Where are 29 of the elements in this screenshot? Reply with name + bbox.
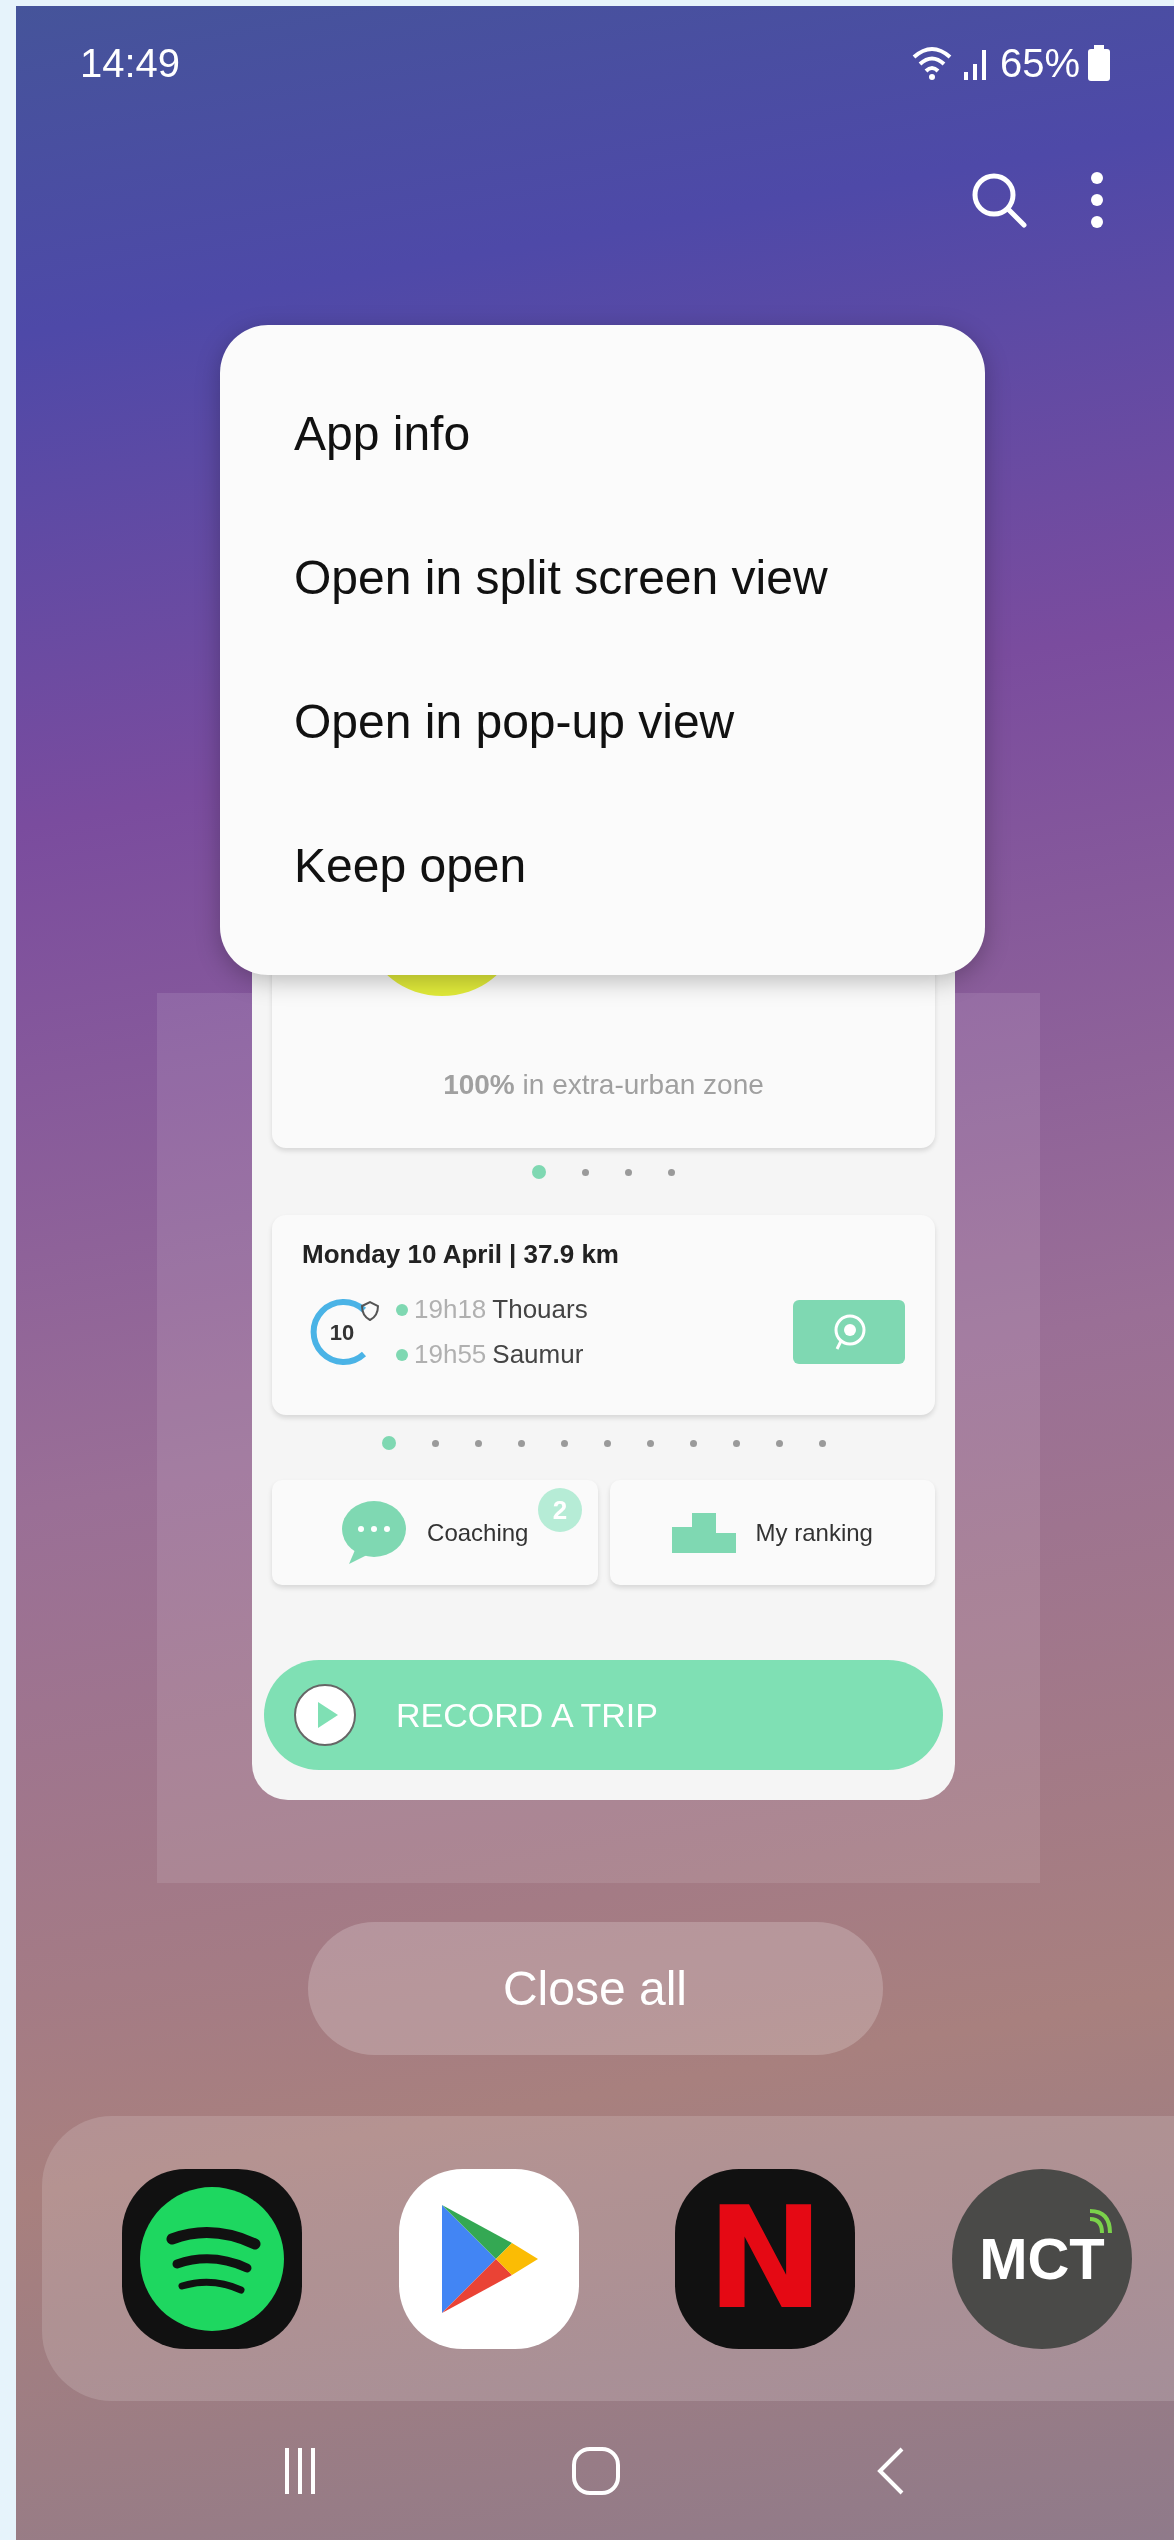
- podium-icon: [671, 1512, 736, 1553]
- menu-item[interactable]: Open in pop-up view: [294, 650, 911, 794]
- more-options-icon[interactable]: [1090, 171, 1104, 229]
- score-ring: 10: [302, 1292, 382, 1372]
- app-icon[interactable]: MCT: [951, 2168, 1132, 2349]
- battery-level: 65%: [999, 40, 1080, 87]
- stop-place: Saumur: [492, 1338, 584, 1371]
- search-icon[interactable]: [970, 171, 1028, 229]
- shortcut-card[interactable]: My ranking: [609, 1480, 935, 1585]
- stop-time: 19h18: [414, 1293, 487, 1326]
- menu-item[interactable]: App info: [294, 362, 911, 506]
- clock-time: 14:49: [80, 40, 181, 87]
- menu-item[interactable]: Keep open: [294, 794, 911, 938]
- play-icon: [294, 1684, 356, 1746]
- count-badge: 2: [538, 1488, 582, 1532]
- stop-time: 19h55: [414, 1338, 487, 1371]
- menu-item[interactable]: Open in split screen view: [294, 506, 911, 650]
- stop-place: Thouars: [492, 1293, 588, 1326]
- shortcut-card[interactable]: Coaching 2: [272, 1480, 598, 1585]
- recent-apps-icon[interactable]: [283, 2445, 316, 2496]
- battery-icon: [1088, 45, 1110, 81]
- video-app-icon[interactable]: N: [675, 2168, 856, 2349]
- trip-title: Monday 10 April | 37.9 km: [302, 1238, 620, 1271]
- trip-card[interactable]: Monday 10 April | 37.9 km 10 19h18 Thouars 19h55 Saumur: [272, 1215, 935, 1415]
- chat-bubble-icon: [341, 1499, 408, 1566]
- home-icon[interactable]: [571, 2445, 621, 2496]
- zone-summary: 100% in extra-urban zone: [443, 1068, 764, 1102]
- music-app-icon[interactable]: [122, 2168, 302, 2349]
- signal-waves-icon: [1087, 2208, 1114, 2235]
